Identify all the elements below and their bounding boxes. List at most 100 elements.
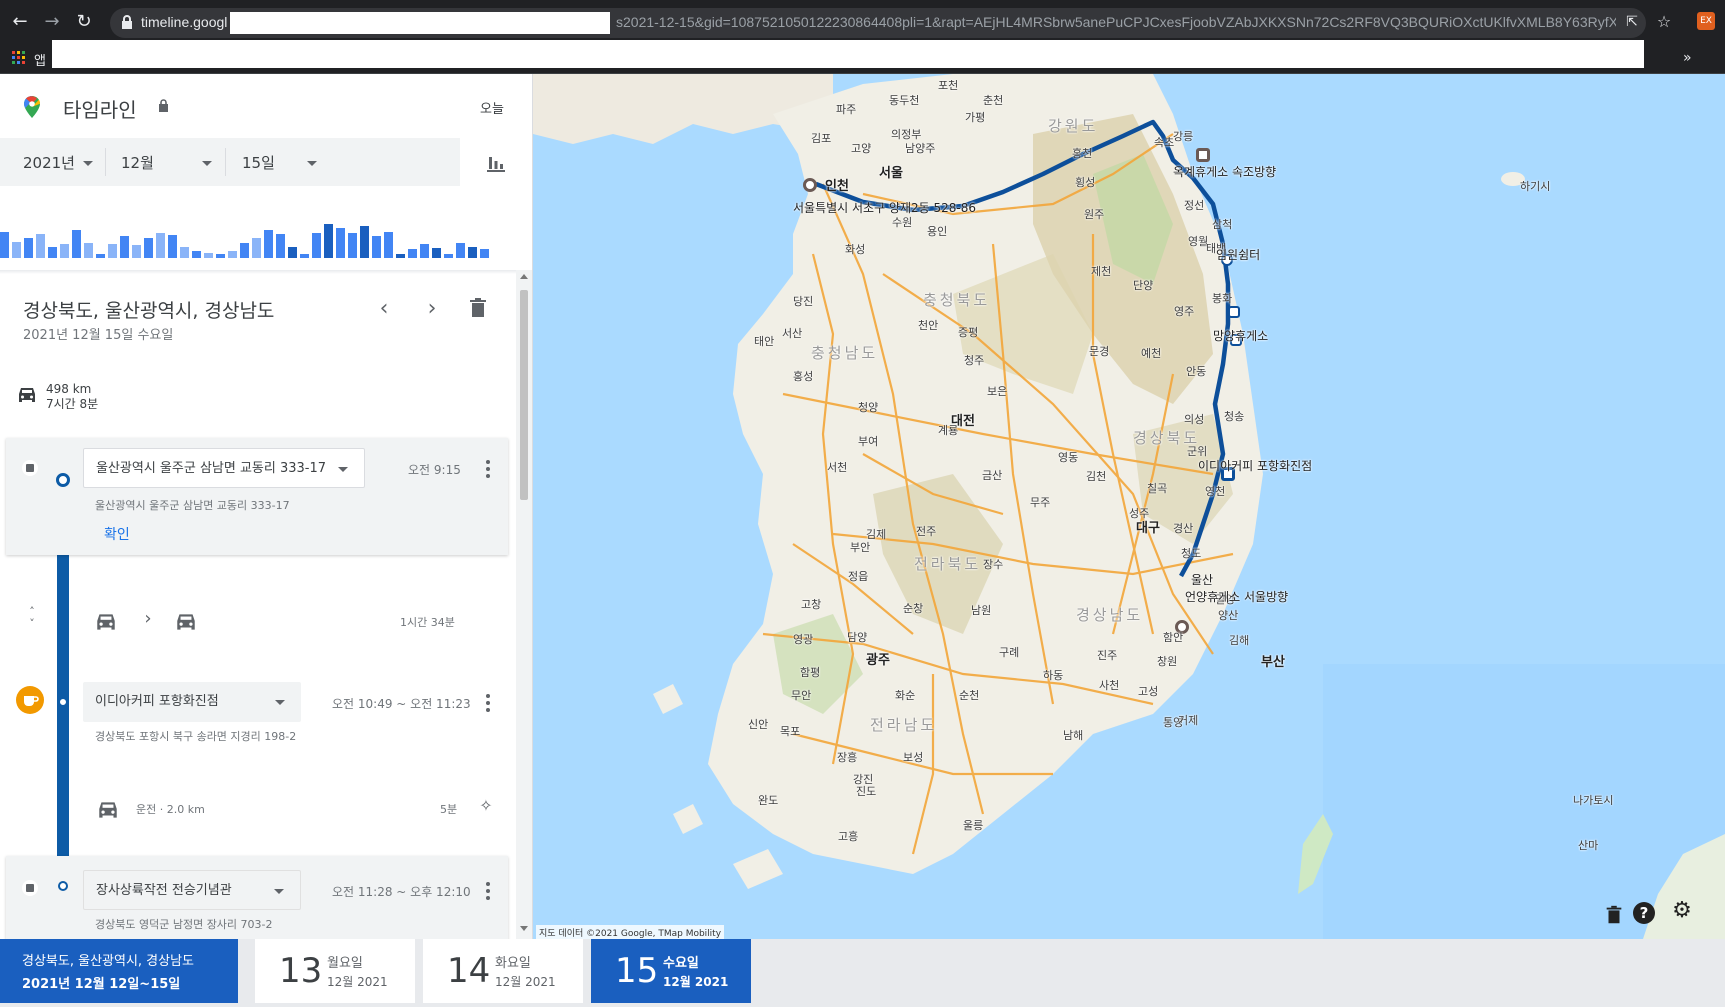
route-marker[interactable] bbox=[1228, 306, 1240, 318]
route-place-label[interactable]: 임원쉼터 bbox=[1216, 246, 1260, 263]
browser-toolbar: ← → ↻ timeline.googl s2021-12-15&gid=108… bbox=[0, 0, 1725, 44]
bar-chart-icon[interactable] bbox=[484, 150, 508, 174]
histogram-bar[interactable] bbox=[276, 234, 285, 258]
month-select[interactable]: 12월 bbox=[121, 152, 212, 173]
confirm-button[interactable]: 확인 bbox=[104, 524, 130, 544]
extension-icon[interactable]: EX bbox=[1697, 12, 1715, 30]
histogram-bar[interactable] bbox=[216, 254, 225, 258]
route-place-label[interactable]: 울산 bbox=[1191, 571, 1213, 588]
scroll-thumb[interactable] bbox=[520, 290, 528, 500]
histogram-bar[interactable] bbox=[72, 230, 81, 258]
more-vert-icon[interactable] bbox=[486, 694, 490, 712]
histogram-bar[interactable] bbox=[348, 233, 357, 258]
day-select[interactable]: 15일 bbox=[242, 152, 317, 173]
histogram-bar[interactable] bbox=[132, 245, 141, 258]
histogram-bar[interactable] bbox=[228, 251, 237, 258]
more-vert-icon[interactable] bbox=[486, 882, 490, 900]
histogram-bar[interactable] bbox=[48, 247, 57, 258]
place-select[interactable]: 울산광역시 울주군 삼남면 교동리 333-17 bbox=[83, 448, 365, 488]
activity-histogram[interactable] bbox=[0, 208, 510, 258]
trip-range-tile[interactable]: 경상북도, 울산광역시, 경상남도 2021년 12월 12일~15일 bbox=[0, 939, 238, 1003]
chevron-left-icon[interactable]: ‹ bbox=[372, 296, 396, 321]
day-tile-selected[interactable]: 15 수요일 12월 2021 bbox=[591, 939, 751, 1003]
help-icon[interactable]: ? bbox=[1633, 902, 1655, 924]
histogram-bar[interactable] bbox=[180, 247, 189, 258]
back-icon[interactable]: ← bbox=[8, 10, 32, 34]
settings-gear-icon[interactable]: ⚙ bbox=[1671, 900, 1693, 922]
histogram-bar[interactable] bbox=[96, 254, 105, 258]
histogram-bar[interactable] bbox=[456, 243, 465, 258]
map-city-label: 순창 bbox=[903, 602, 924, 615]
timeline-node bbox=[58, 697, 68, 707]
route-marker[interactable] bbox=[1196, 148, 1210, 162]
histogram-bar[interactable] bbox=[480, 249, 489, 258]
histogram-bar[interactable] bbox=[156, 233, 165, 258]
histogram-bar[interactable] bbox=[288, 247, 297, 258]
scroll-up-icon[interactable] bbox=[520, 274, 528, 279]
star-icon[interactable]: ☆ bbox=[1652, 10, 1676, 34]
route-place-label[interactable]: 옥계휴게소 속조방향 bbox=[1173, 163, 1276, 180]
trash-icon[interactable] bbox=[466, 296, 490, 320]
histogram-bar[interactable] bbox=[60, 244, 69, 258]
histogram-bar[interactable] bbox=[192, 251, 201, 258]
histogram-bar[interactable] bbox=[396, 254, 405, 258]
histogram-bar[interactable] bbox=[240, 243, 249, 258]
histogram-bar[interactable] bbox=[36, 234, 45, 258]
map-view[interactable]: 포천 동두천 춘천 파주 가평 의정부 강원도 김포 고양 남양주 서울 인천 홍천 속초 횡성 원주 강릉 정선… bbox=[533, 74, 1725, 939]
histogram-bar[interactable] bbox=[144, 238, 153, 258]
today-button[interactable]: 오늘 bbox=[480, 98, 504, 117]
address-bar[interactable]: timeline.googl s2021-12-15&gid=108752105… bbox=[110, 8, 1646, 38]
histogram-bar[interactable] bbox=[420, 244, 429, 258]
histogram-bar[interactable] bbox=[264, 230, 273, 258]
place-card[interactable]: 장사상륙작전 전승기념관 오전 11:28 ~ 오후 12:10 경상북도 영덕… bbox=[6, 856, 508, 939]
histogram-bar[interactable] bbox=[360, 226, 369, 258]
histogram-bar[interactable] bbox=[120, 236, 129, 258]
histogram-bar[interactable] bbox=[24, 238, 33, 258]
histogram-bar[interactable] bbox=[408, 249, 417, 258]
chevron-right-icon[interactable]: › bbox=[420, 296, 444, 321]
histogram-bar[interactable] bbox=[324, 224, 333, 258]
histogram-bar[interactable] bbox=[108, 244, 117, 258]
day-tile[interactable]: 14 화요일 12월 2021 bbox=[423, 939, 583, 1003]
histogram-bar[interactable] bbox=[300, 254, 309, 258]
route-place-label[interactable]: 이디아커피 포항화진점 bbox=[1198, 457, 1312, 474]
histogram-bar[interactable] bbox=[444, 254, 453, 258]
page-title: 타임라인 bbox=[63, 98, 137, 122]
place-card[interactable]: 울산광역시 울주군 삼남면 교동리 333-17 오전 9:15 울산광역시 울… bbox=[6, 438, 508, 555]
place-select[interactable]: 이디아커피 포항화진점 bbox=[83, 682, 301, 722]
histogram-bar[interactable] bbox=[168, 235, 177, 258]
more-vert-icon[interactable] bbox=[486, 460, 490, 478]
share-icon[interactable]: ⇱ bbox=[1620, 10, 1644, 34]
bookmarks-overflow-icon[interactable]: » bbox=[1683, 50, 1692, 66]
route-place-label[interactable]: 서울특별시 서초구 양재2동 528-86 bbox=[793, 199, 976, 216]
map-city-label: 전라북도 bbox=[914, 555, 982, 573]
expand-toggle-icon[interactable]: ˄ ˅ bbox=[20, 606, 44, 630]
route-place-label[interactable]: 망양휴게소 bbox=[1213, 327, 1268, 344]
histogram-bar[interactable] bbox=[84, 243, 93, 258]
scroll-down-icon[interactable] bbox=[520, 926, 528, 931]
apps-grid-icon[interactable] bbox=[12, 51, 26, 65]
reload-icon[interactable]: ↻ bbox=[72, 10, 96, 34]
route-place-label[interactable]: 언양휴게소 서울방향 bbox=[1185, 588, 1288, 605]
route-marker[interactable] bbox=[803, 178, 817, 192]
forward-icon[interactable]: → bbox=[40, 10, 64, 34]
histogram-bar[interactable] bbox=[384, 232, 393, 258]
histogram-bar[interactable] bbox=[312, 233, 321, 258]
day-weekday: 수요일 bbox=[663, 956, 699, 971]
trash-icon[interactable] bbox=[1603, 904, 1625, 926]
histogram-bar[interactable] bbox=[336, 228, 345, 258]
histogram-bar[interactable] bbox=[204, 253, 213, 258]
histogram-bar[interactable] bbox=[372, 236, 381, 258]
panel-scrollbar[interactable] bbox=[516, 270, 532, 939]
apps-label[interactable]: 앱 bbox=[34, 50, 46, 69]
year-select[interactable]: 2021년 bbox=[23, 152, 93, 173]
histogram-bar[interactable] bbox=[0, 232, 9, 258]
histogram-bar[interactable] bbox=[12, 242, 21, 258]
histogram-bar[interactable] bbox=[432, 248, 441, 258]
histogram-bar[interactable] bbox=[468, 247, 477, 258]
place-select[interactable]: 장사상륙작전 전승기념관 bbox=[83, 870, 301, 910]
trip-summary: 498 km 7시간 8분 bbox=[46, 382, 98, 412]
day-tile[interactable]: 13 월요일 12월 2021 bbox=[255, 939, 415, 1003]
histogram-bar[interactable] bbox=[252, 238, 261, 258]
edit-wand-icon[interactable]: ✧ bbox=[474, 796, 498, 820]
